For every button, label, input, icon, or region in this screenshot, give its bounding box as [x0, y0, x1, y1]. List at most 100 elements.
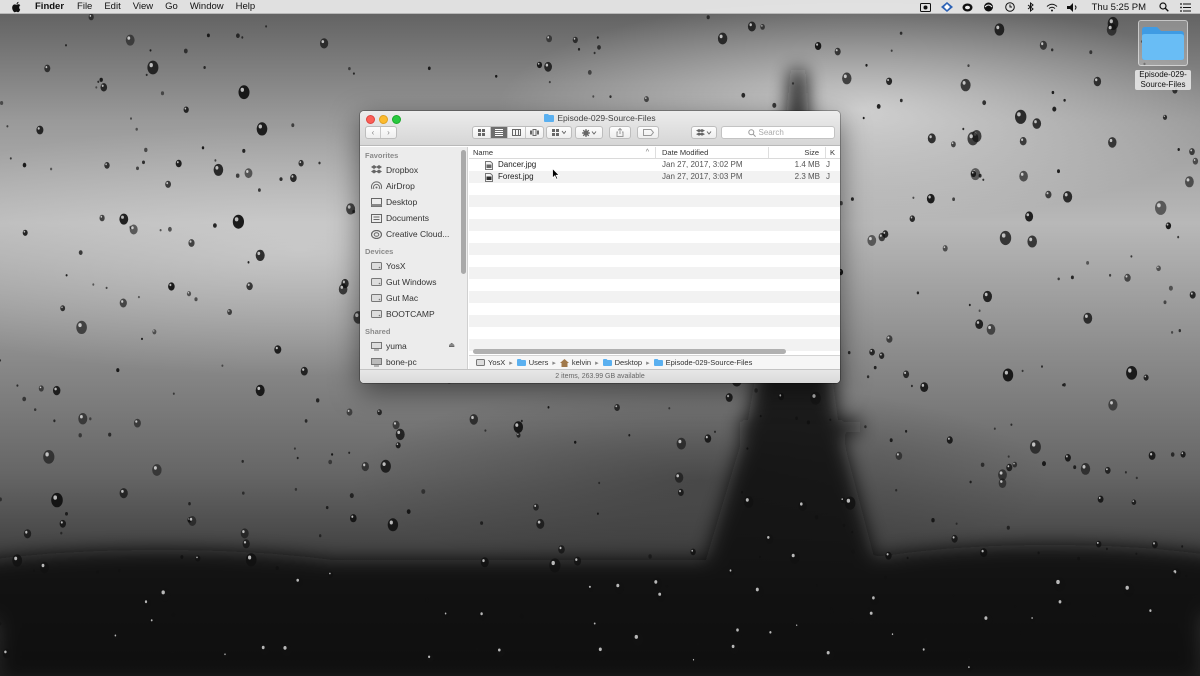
menu-file[interactable]: File: [77, 0, 92, 14]
menu-view[interactable]: View: [133, 0, 153, 14]
column-header-date[interactable]: Date Modified: [656, 147, 769, 158]
menu-edit[interactable]: Edit: [104, 0, 120, 14]
rain-drop: [840, 497, 846, 504]
sidebar-item-desktop[interactable]: Desktop: [360, 194, 467, 210]
cover-flow-button[interactable]: [526, 127, 543, 138]
horizontal-scrollbar[interactable]: [469, 348, 840, 355]
rain-drop-highlight: [1125, 275, 1128, 278]
sidebar-item-dropbox[interactable]: Dropbox: [360, 162, 467, 178]
rain-drop: [842, 523, 846, 527]
rain-drop: [1077, 556, 1080, 561]
rain-drop-highlight: [1157, 266, 1159, 269]
clock-status-icon[interactable]: [1004, 2, 1016, 12]
rain-drop-highlight: [114, 634, 117, 637]
rain-drop: [1012, 461, 1018, 468]
menu-go[interactable]: Go: [165, 0, 178, 14]
column-header-size[interactable]: Size: [769, 147, 826, 158]
screen-record-icon[interactable]: [920, 2, 932, 12]
rain-drop-highlight: [1132, 500, 1134, 503]
bluetooth-icon[interactable]: [1025, 2, 1037, 12]
tags-button[interactable]: [637, 126, 659, 139]
action-button[interactable]: [575, 126, 603, 139]
share-button[interactable]: [609, 126, 631, 139]
rain-drop: [587, 584, 594, 592]
forward-button[interactable]: ›: [381, 127, 396, 138]
window-titlebar[interactable]: Episode-029-Source-Files ‹ ›: [360, 111, 840, 146]
list-view-button[interactable]: [490, 127, 508, 138]
column-header-kind[interactable]: K: [826, 147, 840, 158]
path-item-desktop[interactable]: Desktop: [602, 358, 642, 367]
rain-drop: [1061, 383, 1064, 387]
wifi-icon[interactable]: [1046, 2, 1058, 12]
column-view-icon: [511, 129, 521, 136]
notification-center-icon[interactable]: [1179, 2, 1191, 12]
path-item-users[interactable]: Users: [516, 358, 548, 367]
search-input[interactable]: [758, 128, 809, 137]
rain-drop: [1168, 285, 1173, 291]
rain-drop: [96, 570, 99, 574]
rain-drop-highlight: [537, 62, 540, 65]
rain-drop: [962, 127, 965, 131]
path-item-yosx[interactable]: YosX: [476, 358, 505, 367]
rain-drop: [6, 125, 9, 128]
time-machine-icon[interactable]: [983, 2, 995, 12]
sidebar-item-bootcamp[interactable]: BOOTCAMP: [360, 306, 467, 322]
rain-drop: [760, 24, 765, 30]
creative-cloud-status-icon[interactable]: [962, 2, 974, 12]
sidebar-item-airdrop[interactable]: AirDrop: [360, 178, 467, 194]
rain-drop-highlight: [769, 631, 772, 634]
path-item-kelvin[interactable]: kelvin: [559, 358, 591, 367]
folder-icon: [602, 359, 612, 367]
rain-drop-highlight: [869, 611, 873, 615]
rain-drop: [967, 665, 973, 672]
rain-drop: [1002, 368, 1014, 382]
table-row[interactable]: Forest.jpg Jan 27, 2017, 3:03 PM 2.3 MB …: [469, 171, 840, 183]
desktop-folder[interactable]: Episode-029-Source-Files: [1134, 20, 1192, 90]
sidebar-item-yuma[interactable]: yuma ⏏: [360, 338, 467, 354]
rain-drop: [338, 283, 348, 295]
table-row[interactable]: Dancer.jpg Jan 27, 2017, 3:02 PM 1.4 MB …: [469, 159, 840, 171]
path-item-episode-folder[interactable]: Episode-029-Source-Files: [653, 358, 752, 367]
rain-drop: [304, 419, 308, 423]
rain-drop-highlight: [131, 226, 134, 230]
sidebar-item-creative-cloud[interactable]: Creative Cloud...: [360, 226, 467, 242]
rain-drop: [730, 642, 739, 655]
dropbox-status-icon[interactable]: [940, 2, 953, 12]
menu-window[interactable]: Window: [190, 0, 224, 14]
back-button[interactable]: ‹: [366, 127, 382, 138]
rain-drop: [168, 226, 172, 232]
rain-drop-highlight: [246, 170, 249, 173]
menu-bar-clock[interactable]: Thu 5:25 PM: [1092, 2, 1146, 13]
rain-drop-highlight: [984, 292, 988, 297]
volume-icon[interactable]: [1066, 2, 1079, 12]
rain-drop: [43, 450, 55, 464]
sidebar-item-gut-windows[interactable]: Gut Windows: [360, 274, 467, 290]
dropbox-toolbar-button[interactable]: [691, 126, 717, 139]
rain-drop-highlight: [378, 410, 380, 412]
menu-help[interactable]: Help: [236, 0, 256, 14]
sidebar-item-bone-pc[interactable]: bone-pc: [360, 354, 467, 369]
scrollbar-thumb[interactable]: [473, 349, 786, 354]
drive-icon: [370, 277, 382, 287]
search-field[interactable]: [721, 126, 835, 139]
column-view-button[interactable]: [508, 127, 526, 138]
sidebar-item-gut-mac[interactable]: Gut Mac: [360, 290, 467, 306]
rain-drop: [318, 161, 321, 165]
apple-menu-icon[interactable]: [11, 1, 23, 13]
rain-drop-highlight: [189, 517, 193, 521]
column-header-name[interactable]: Name ^: [469, 147, 656, 158]
icon-view-button[interactable]: [473, 127, 491, 138]
rain-drop-highlight: [382, 462, 386, 466]
spotlight-icon[interactable]: [1158, 2, 1170, 12]
sidebar-item-yosx[interactable]: YosX: [360, 258, 467, 274]
sidebar-item-documents[interactable]: Documents: [360, 210, 467, 226]
eject-icon[interactable]: ⏏: [448, 341, 455, 349]
rain-drop: [676, 437, 686, 450]
arrange-button[interactable]: [546, 126, 572, 139]
menu-finder[interactable]: Finder: [35, 0, 64, 14]
rain-drop: [890, 49, 893, 52]
rain-drop: [955, 522, 958, 525]
rain-drop: [1148, 451, 1156, 460]
rain-drop: [352, 72, 355, 75]
rain-drop-highlight: [1066, 455, 1068, 458]
